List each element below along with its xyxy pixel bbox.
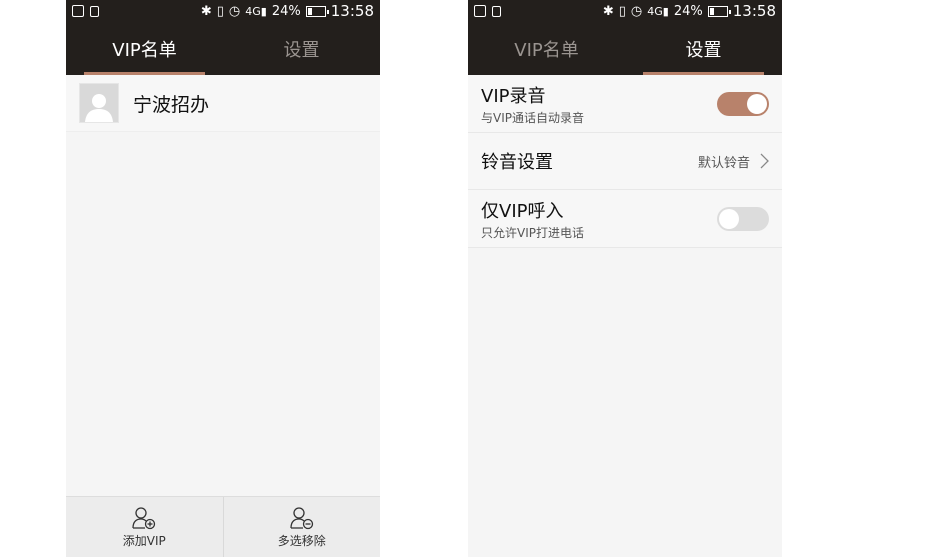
chevron-right-icon: [760, 153, 769, 169]
ringtone-value: 默认铃音: [697, 155, 750, 171]
vibrate-icon: ▯: [618, 3, 626, 19]
add-vip-button[interactable]: 添加VIP: [66, 497, 223, 557]
tab-vip-list[interactable]: VIP名单: [66, 22, 223, 75]
setting-title: VIP录音: [481, 85, 546, 107]
setting-vip-only-incoming: 仅VIP呼入 只允许VIP打进电话: [468, 190, 782, 248]
add-vip-label: 添加VIP: [122, 533, 166, 548]
vip-recording-toggle[interactable]: [717, 91, 769, 116]
alarm-icon: ◷: [630, 3, 643, 19]
network-type: 4G: [245, 4, 261, 18]
image-notification-icon: [474, 5, 486, 17]
status-bar: ✱ ▯ ◷ 4G▮ 24% 13:58: [468, 0, 782, 22]
signal-icon: 4G▮: [245, 4, 267, 18]
bluetooth-icon: ✱: [200, 3, 212, 19]
battery-percent: 24%: [271, 3, 301, 19]
clock: 13:58: [732, 2, 776, 20]
tab-bar: VIP名单 设置: [66, 22, 380, 75]
battery-icon: [707, 5, 731, 17]
bottom-action-bar: 添加VIP 多选移除: [66, 496, 380, 557]
battery-icon: [305, 5, 329, 17]
add-contact-icon: [132, 506, 156, 529]
remove-contact-icon: [290, 506, 313, 529]
setting-ringtone[interactable]: 铃音设置 默认铃音: [468, 133, 782, 190]
settings-screen: ✱ ▯ ◷ 4G▮ 24% 13:58 VIP名单 设置 VIP录音 与VIP通…: [468, 0, 782, 557]
clock: 13:58: [330, 2, 374, 20]
image-notification-icon: [72, 5, 84, 17]
status-bar: ✱ ▯ ◷ 4G▮ 24% 13:58: [66, 0, 380, 22]
copy-notification-icon: [90, 5, 99, 17]
avatar: [79, 83, 119, 123]
vibrate-icon: ▯: [216, 3, 224, 19]
tab-settings[interactable]: 设置: [223, 22, 380, 75]
copy-notification-icon: [492, 5, 501, 17]
alarm-icon: ◷: [228, 3, 241, 19]
setting-vip-recording: VIP录音 与VIP通话自动录音: [468, 75, 782, 133]
setting-subtitle: 与VIP通话自动录音: [481, 110, 584, 125]
bluetooth-icon: ✱: [602, 3, 614, 19]
signal-icon: 4G▮: [647, 4, 669, 18]
tab-settings[interactable]: 设置: [625, 22, 782, 75]
battery-percent: 24%: [673, 3, 703, 19]
setting-title: 仅VIP呼入: [481, 200, 564, 222]
contact-name: 宁波招办: [133, 93, 210, 116]
vip-only-toggle[interactable]: [717, 206, 769, 231]
network-type: 4G: [647, 4, 663, 18]
tab-bar: VIP名单 设置: [468, 22, 782, 75]
multi-remove-button[interactable]: 多选移除: [222, 497, 381, 557]
setting-subtitle: 只允许VIP打进电话: [481, 225, 584, 240]
list-item[interactable]: 宁波招办: [66, 75, 380, 132]
person-silhouette-icon: [85, 94, 113, 122]
multi-remove-label: 多选移除: [277, 533, 326, 548]
tab-vip-list[interactable]: VIP名单: [468, 22, 625, 75]
vip-list-screen: ✱ ▯ ◷ 4G▮ 24% 13:58 VIP名单 设置 宁波招办 添加VIP …: [66, 0, 380, 557]
setting-title: 铃音设置: [481, 152, 553, 173]
